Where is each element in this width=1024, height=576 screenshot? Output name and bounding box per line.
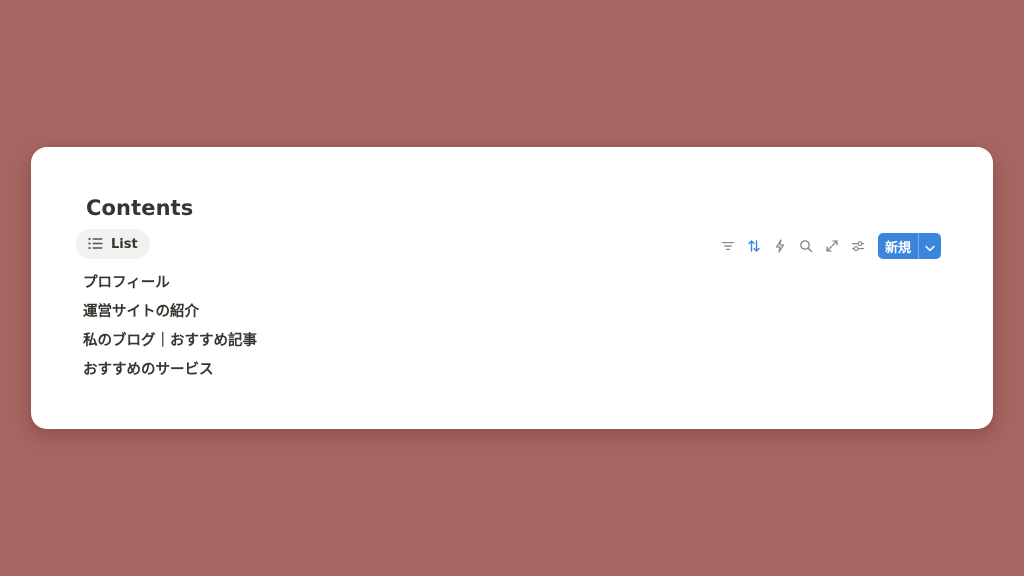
settings-icon[interactable]	[845, 233, 871, 259]
database-card: Contents List 新規 プロフィール 運営サイトの紹介 私のブログ｜お…	[31, 147, 993, 429]
database-list: プロフィール 運営サイトの紹介 私のブログ｜おすすめ記事 おすすめのサービス	[83, 269, 257, 385]
list-item[interactable]: プロフィール	[83, 269, 257, 298]
view-tab-label: List	[111, 236, 138, 252]
chevron-down-icon	[925, 237, 935, 256]
view-tab-list[interactable]: List	[76, 229, 150, 259]
automation-icon[interactable]	[767, 233, 793, 259]
new-button-group: 新規	[877, 233, 941, 259]
list-icon	[88, 235, 103, 254]
database-toolbar: 新規	[715, 233, 941, 259]
database-title[interactable]: Contents	[86, 194, 193, 222]
filter-icon[interactable]	[715, 233, 741, 259]
expand-icon[interactable]	[819, 233, 845, 259]
list-item[interactable]: おすすめのサービス	[83, 356, 257, 385]
new-button-dropdown[interactable]	[918, 233, 941, 259]
sort-icon[interactable]	[741, 233, 767, 259]
search-icon[interactable]	[793, 233, 819, 259]
list-item[interactable]: 運営サイトの紹介	[83, 298, 257, 327]
new-button[interactable]: 新規	[878, 233, 918, 259]
list-item[interactable]: 私のブログ｜おすすめ記事	[83, 327, 257, 356]
